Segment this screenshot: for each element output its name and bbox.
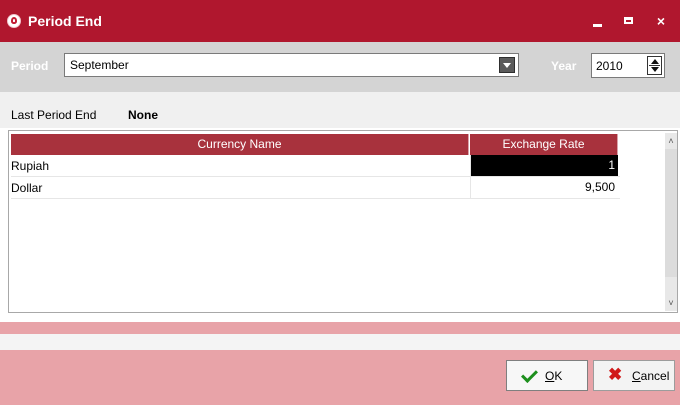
last-period-end-label: Last Period End <box>11 108 97 122</box>
title-bar[interactable]: Period End × <box>0 0 680 42</box>
maximize-icon <box>624 17 633 24</box>
cancel-x-icon: ✖ <box>608 365 623 384</box>
period-value: September <box>70 58 129 72</box>
minimize-icon <box>593 24 602 27</box>
scroll-down-icon[interactable]: ˅ <box>666 297 676 309</box>
vertical-scrollbar[interactable]: ˄ ˅ <box>665 133 677 311</box>
ok-label: OK <box>545 369 563 383</box>
cancel-button[interactable]: ✖ Cancel <box>593 360 675 391</box>
column-header-currency-name[interactable]: Currency Name <box>11 134 469 155</box>
spin-down-icon[interactable] <box>651 67 659 72</box>
year-stepper[interactable]: 2010 <box>591 53 665 78</box>
checkmark-icon <box>521 367 531 383</box>
exchange-rate-cell[interactable]: 1 <box>470 155 618 176</box>
table-row[interactable]: Dollar 9,500 <box>11 177 620 199</box>
period-label: Period <box>11 59 49 73</box>
period-dropdown[interactable]: September <box>64 53 519 77</box>
spin-divider <box>649 65 660 66</box>
chevron-down-icon[interactable] <box>499 57 515 73</box>
divider-strip <box>0 334 680 350</box>
cancel-label: Cancel <box>632 369 670 383</box>
last-period-bar <box>0 92 680 128</box>
exchange-rate-cell[interactable]: 9,500 <box>470 177 618 198</box>
year-value[interactable]: 2010 <box>596 59 623 73</box>
table-row[interactable]: Rupiah 1 <box>11 155 620 177</box>
close-button[interactable]: × <box>652 12 670 30</box>
year-label: Year <box>551 59 577 73</box>
currency-name-cell[interactable]: Rupiah <box>11 159 49 173</box>
scrollbar-thumb[interactable] <box>665 149 677 277</box>
last-period-end-value: None <box>128 108 158 122</box>
period-end-window: Period End × Period September Year 2010 … <box>0 0 680 405</box>
spin-up-icon[interactable] <box>651 59 659 64</box>
maximize-button[interactable] <box>621 12 639 30</box>
column-header-exchange-rate[interactable]: Exchange Rate <box>470 134 618 155</box>
divider-band <box>0 322 680 334</box>
scroll-up-icon[interactable]: ˄ <box>666 135 676 147</box>
currency-name-cell[interactable]: Dollar <box>11 181 42 195</box>
minimize-button[interactable] <box>589 12 607 30</box>
currency-grid[interactable]: Currency Name Exchange Rate Rupiah 1 Dol… <box>8 130 678 313</box>
close-icon: × <box>656 13 666 29</box>
app-logo-icon <box>7 14 21 28</box>
window-title: Period End <box>28 13 102 29</box>
year-spin-buttons[interactable] <box>647 56 662 75</box>
ok-button[interactable]: OK <box>506 360 588 391</box>
